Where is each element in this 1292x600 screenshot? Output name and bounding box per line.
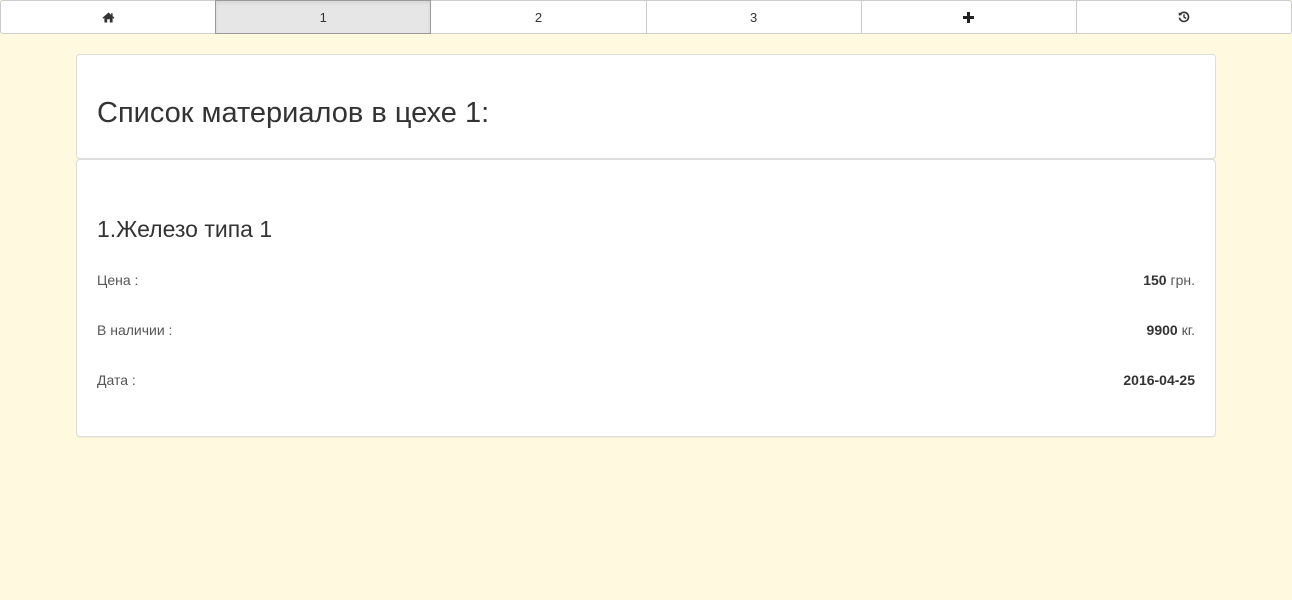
- date-amount: 2016-04-25: [1123, 372, 1195, 388]
- date-value: 2016-04-25: [1123, 372, 1195, 388]
- page-title: Список материалов в цехе 1:: [97, 97, 490, 130]
- price-row: Цена : 150 грн.: [97, 270, 1195, 290]
- main-content: Список материалов в цехе 1: 1.Железо тип…: [76, 54, 1216, 437]
- tab-3[interactable]: 3: [645, 0, 862, 34]
- stock-unit: кг.: [1177, 322, 1195, 338]
- stock-row: В наличии : 9900 кг.: [97, 320, 1195, 340]
- title-panel: Список материалов в цехе 1:: [76, 54, 1216, 159]
- stock-label: В наличии :: [97, 322, 173, 338]
- tab-1[interactable]: 1: [215, 0, 432, 34]
- home-icon: [102, 12, 115, 23]
- price-unit: грн.: [1166, 272, 1195, 288]
- history-icon: [1178, 11, 1190, 23]
- tab-2[interactable]: 2: [430, 0, 647, 34]
- tab-3-label: 3: [749, 9, 758, 25]
- material-title: 1.Железо типа 1: [97, 216, 273, 242]
- date-row: Дата : 2016-04-25: [97, 370, 1195, 390]
- tab-1-label: 1: [319, 9, 327, 25]
- add-button[interactable]: [860, 0, 1077, 34]
- stock-amount: 9900: [1146, 322, 1178, 338]
- material-card: 1.Железо типа 1 Цена : 150 грн. В наличи…: [76, 159, 1216, 437]
- history-button[interactable]: [1075, 0, 1292, 34]
- stock-value: 9900 кг.: [1147, 322, 1195, 338]
- plus-icon: [963, 11, 975, 23]
- home-button[interactable]: [0, 0, 217, 34]
- tab-2-label: 2: [534, 9, 543, 25]
- date-label: Дата :: [97, 372, 136, 388]
- price-label: Цена :: [97, 272, 139, 288]
- price-value: 150 грн.: [1143, 272, 1195, 288]
- price-amount: 150: [1143, 272, 1167, 288]
- top-nav: 1 2 3: [0, 0, 1292, 34]
